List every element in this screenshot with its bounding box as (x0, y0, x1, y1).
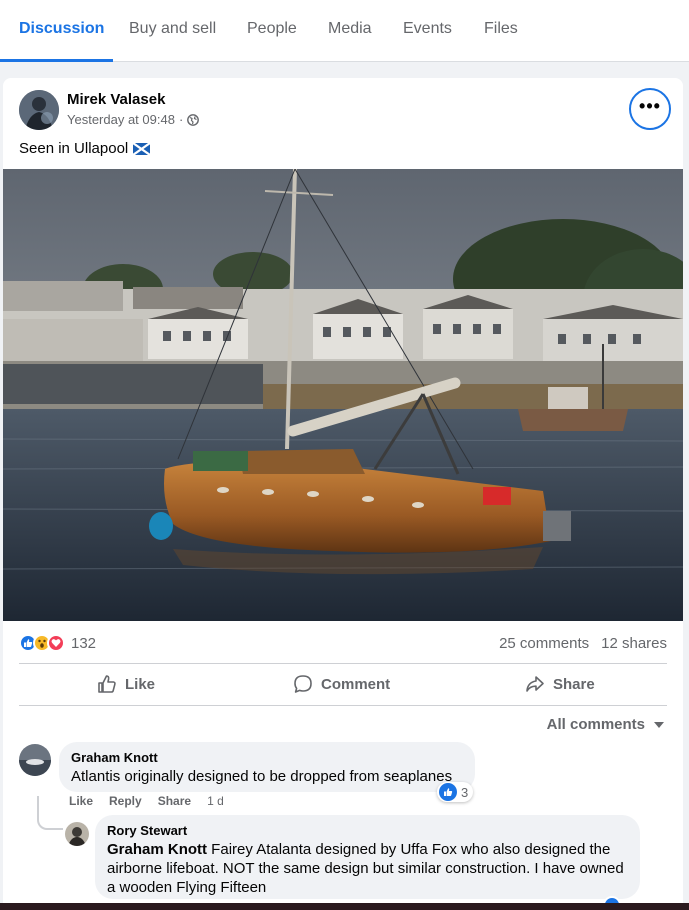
comment-share-button[interactable]: Share (158, 794, 191, 808)
comment-text: Atlantis originally designed to be dropp… (71, 768, 453, 785)
active-tab-indicator (0, 59, 113, 62)
comments-count[interactable]: 25 comments (499, 635, 589, 652)
reply-thread-line (37, 796, 63, 830)
share-icon (526, 676, 544, 692)
tab-people[interactable]: People (247, 20, 297, 38)
thumbs-up-icon (98, 675, 116, 693)
caret-down-icon (654, 721, 664, 728)
more-icon: ••• (639, 96, 661, 116)
tab-files[interactable]: Files (484, 20, 518, 38)
comment-actions: Like Reply Share 1 d (69, 794, 224, 808)
like-reaction-icon (439, 783, 457, 801)
comment-reactions[interactable]: 3 (437, 782, 474, 802)
like-button[interactable]: Like (97, 672, 155, 696)
comment-icon (294, 675, 312, 693)
sort-label: All comments (546, 716, 645, 733)
divider-top (19, 663, 667, 664)
comment-sort-dropdown[interactable]: All comments (547, 716, 665, 733)
globe-icon (187, 113, 200, 126)
tab-events[interactable]: Events (403, 20, 452, 38)
share-button[interactable]: Share (525, 672, 595, 696)
reply-avatar[interactable] (65, 822, 89, 846)
reply-bubble: Rory Stewart Graham Knott Fairey Atalant… (95, 815, 640, 899)
post-timestamp[interactable]: Yesterday at 09:48 (67, 112, 175, 127)
group-tabs: Discussion Buy and sell People Media Eve… (0, 0, 689, 62)
reply-mention[interactable]: Graham Knott (107, 841, 207, 858)
post-photo[interactable] (3, 169, 683, 621)
post-options-button[interactable]: ••• (629, 88, 671, 130)
like-label: Like (125, 675, 156, 693)
reply-text: Graham Knott Fairey Atalanta designed by… (107, 840, 628, 897)
meta-separator: · (178, 112, 184, 127)
shares-count[interactable]: 12 shares (601, 635, 667, 652)
post-card: Mirek Valasek Yesterday at 09:48 · ••• S… (3, 78, 683, 910)
tab-discussion[interactable]: Discussion (19, 20, 104, 38)
comment-bubble: Graham Knott Atlantis originally designe… (59, 742, 475, 792)
reaction-count: 132 (71, 634, 97, 652)
commenter-avatar[interactable] (19, 744, 51, 776)
reply-author[interactable]: Rory Stewart (107, 823, 628, 838)
love-reaction-icon (47, 634, 65, 652)
engagement-counts: 25 comments 12 shares (499, 635, 667, 652)
post-author[interactable]: Mirek Valasek (67, 91, 165, 108)
post-meta: Yesterday at 09:48 · (67, 112, 200, 127)
bottom-edge (0, 903, 689, 910)
tab-media[interactable]: Media (328, 20, 372, 38)
comment-reply-button[interactable]: Reply (109, 794, 142, 808)
post-text: Seen in Ullapool (19, 140, 151, 157)
comment-reaction-count: 3 (461, 784, 469, 800)
divider-bottom (19, 705, 667, 706)
reactions-summary[interactable]: 132 (19, 634, 96, 652)
share-label: Share (553, 675, 595, 693)
comment-button[interactable]: Comment (293, 672, 390, 696)
author-avatar[interactable] (19, 90, 59, 130)
comment-time[interactable]: 1 d (207, 794, 224, 808)
comment-author[interactable]: Graham Knott (71, 750, 463, 765)
comment-label: Comment (321, 675, 391, 693)
post-body: Seen in Ullapool (19, 140, 129, 157)
scotland-flag-icon (133, 142, 151, 155)
tab-buy-and-sell[interactable]: Buy and sell (129, 20, 216, 38)
comment-like-button[interactable]: Like (69, 794, 93, 808)
